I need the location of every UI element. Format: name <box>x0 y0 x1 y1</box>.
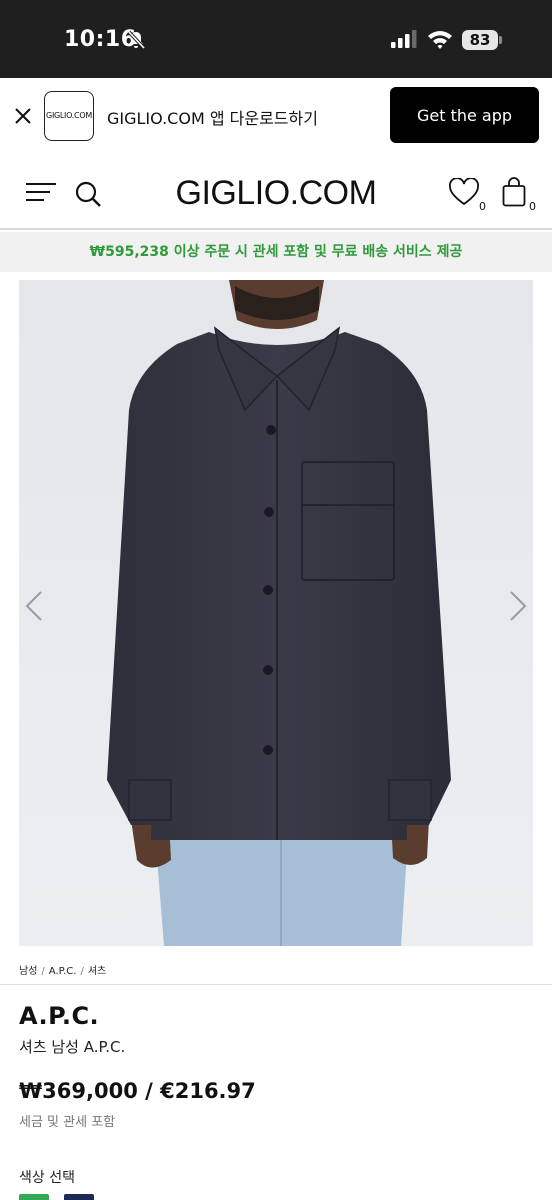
wishlist-count: 0 <box>479 200 486 213</box>
status-bar: 10:16 83 <box>0 0 552 78</box>
search-icon[interactable] <box>75 181 102 208</box>
heart-icon[interactable] <box>449 178 479 206</box>
chevron-left-icon[interactable] <box>22 589 46 623</box>
chevron-right-icon[interactable] <box>506 589 530 623</box>
tax-note: 세금 및 관세 포함 <box>19 1115 116 1130</box>
breadcrumb-item-men[interactable]: 남성 <box>19 966 37 977</box>
product-price: ₩369,000 / €216.97 <box>19 1079 256 1103</box>
site-logo[interactable]: GIGLIO.COM <box>176 174 377 212</box>
close-icon[interactable] <box>12 105 34 127</box>
battery-nub <box>499 36 502 44</box>
breadcrumb-separator: / <box>80 966 84 977</box>
battery-icon: 83 <box>462 30 498 50</box>
color-swatch-navy[interactable] <box>64 1194 94 1200</box>
breadcrumb: 남성 / A.P.C. / 셔츠 <box>19 962 106 977</box>
banner-text: GIGLIO.COM 앱 다운로드하기 <box>107 109 318 128</box>
product-brand[interactable]: A.P.C. <box>19 1002 99 1030</box>
wifi-icon <box>428 31 452 49</box>
shipping-promo: ₩595,238 이상 주문 시 관세 포함 및 무료 배송 서비스 제공 <box>0 232 552 272</box>
color-select-label: 색상 선택 <box>19 1170 75 1186</box>
bell-off-icon <box>127 30 146 50</box>
divider <box>0 984 552 985</box>
site-header: GIGLIO.COM 0 0 <box>0 158 552 230</box>
shirt-illustration <box>19 280 533 946</box>
bag-icon[interactable] <box>502 177 526 207</box>
app-download-banner: GIGLIO.COM GIGLIO.COM 앱 다운로드하기 Get the a… <box>0 78 552 158</box>
signal-icon <box>391 30 417 48</box>
breadcrumb-item-shirts[interactable]: 셔츠 <box>88 966 106 977</box>
get-the-app-button[interactable]: Get the app <box>390 87 539 143</box>
color-swatch-green[interactable] <box>19 1194 49 1200</box>
breadcrumb-separator: / <box>41 966 45 977</box>
menu-icon[interactable] <box>26 182 56 202</box>
product-image[interactable] <box>19 280 533 946</box>
product-name: 셔츠 남성 A.P.C. <box>19 1038 126 1056</box>
bag-count: 0 <box>529 200 536 213</box>
app-logo: GIGLIO.COM <box>44 91 94 141</box>
breadcrumb-item-brand[interactable]: A.P.C. <box>49 966 77 977</box>
